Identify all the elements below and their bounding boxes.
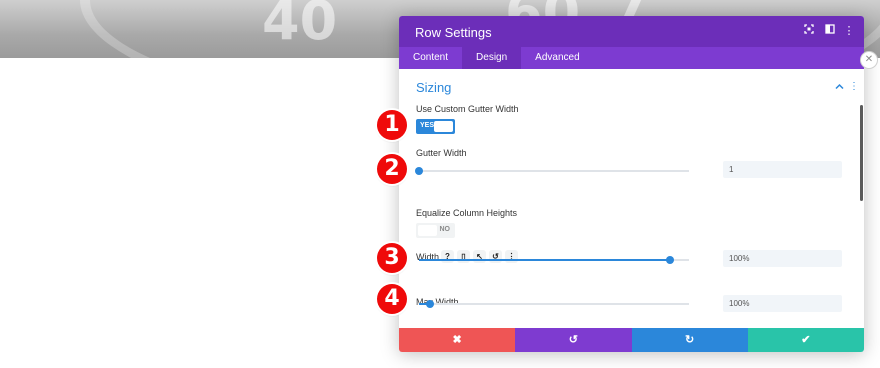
max-width-input[interactable]: 100% <box>723 295 842 312</box>
slider-handle[interactable] <box>425 300 434 308</box>
modal-header: Row Settings ⋮ <box>399 16 864 47</box>
gutter-width-input[interactable]: 1 <box>723 161 842 178</box>
reset-icon[interactable]: ↺ <box>489 250 502 263</box>
chevron-up-icon[interactable] <box>835 82 844 93</box>
redo-button[interactable]: ↻ <box>631 328 748 352</box>
equalize-toggle[interactable]: NO <box>416 223 455 238</box>
custom-gutter-label: Use Custom Gutter Width <box>416 104 519 114</box>
equalize-label: Equalize Column Heights <box>416 208 518 218</box>
max-width-slider[interactable] <box>419 300 689 308</box>
width-icon-group: ? ▯ ↖ ↺ ⋮ <box>441 250 518 263</box>
gutter-width-slider[interactable] <box>415 167 689 175</box>
width-slider[interactable] <box>419 256 689 264</box>
annotation-badge-1: 1 <box>377 110 407 140</box>
slider-handle[interactable] <box>666 256 675 264</box>
kebab-icon[interactable]: ⋮ <box>842 24 856 38</box>
tab-advanced[interactable]: Advanced <box>521 47 593 69</box>
mobile-icon[interactable]: ▯ <box>457 250 470 263</box>
cursor-icon[interactable]: ↖ <box>473 250 486 263</box>
toggle-yes-label: YES <box>420 122 435 129</box>
slider-fill <box>419 259 671 261</box>
save-button[interactable]: ✔ <box>747 328 864 352</box>
gutter-width-label: Gutter Width <box>416 148 467 158</box>
toggle-knob <box>418 225 437 236</box>
fullscreen-icon[interactable] <box>802 24 816 38</box>
annotation-badge-4: 4 <box>377 284 407 314</box>
modal-title: Row Settings <box>415 25 492 40</box>
settings-body: Sizing ⋮ Use Custom Gutter Width YES Gut… <box>399 69 864 328</box>
toggle-no-label: NO <box>439 226 451 233</box>
scrollbar[interactable] <box>860 105 863 201</box>
custom-gutter-toggle[interactable]: YES <box>416 119 455 134</box>
more-icon[interactable]: ⋮ <box>505 250 518 263</box>
help-icon[interactable]: ? <box>441 250 454 263</box>
toggle-knob <box>434 121 453 132</box>
close-icon[interactable]: ✕ <box>860 51 878 69</box>
split-view-icon[interactable] <box>823 24 837 38</box>
max-width-label: Max Width <box>416 297 459 307</box>
tab-bar: Content Design Advanced <box>399 47 864 69</box>
section-title[interactable]: Sizing <box>416 80 451 95</box>
tab-content[interactable]: Content <box>399 47 462 69</box>
annotation-badge-2: 2 <box>377 154 407 184</box>
section-kebab-icon[interactable]: ⋮ <box>849 81 859 92</box>
undo-button[interactable]: ↺ <box>515 328 632 352</box>
row-settings-modal: Row Settings ⋮ Content Design Advanced S… <box>399 16 864 352</box>
width-input[interactable]: 100% <box>723 250 842 267</box>
annotation-badge-3: 3 <box>377 243 407 273</box>
tab-design[interactable]: Design <box>462 47 522 69</box>
cancel-button[interactable]: ✖ <box>399 328 516 352</box>
slider-handle[interactable] <box>415 167 423 175</box>
modal-footer: ✖ ↺ ↻ ✔ <box>399 328 864 352</box>
banner-number: 40 <box>262 0 338 52</box>
